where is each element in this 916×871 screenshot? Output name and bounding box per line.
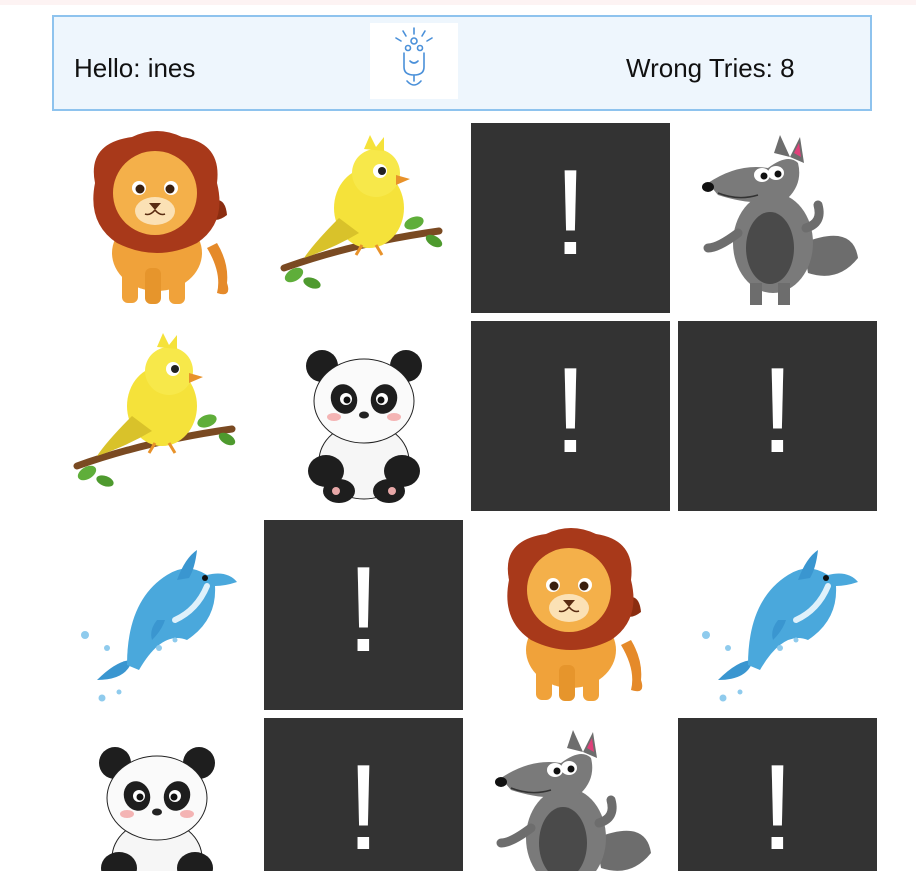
game-header: Hello: ines Wrong Tries: 8 <box>52 15 872 111</box>
exclamation-mark: ! <box>553 144 588 280</box>
card-bird[interactable] <box>264 123 463 313</box>
bird-icon <box>264 123 463 313</box>
card-hidden[interactable]: ! <box>678 321 877 511</box>
card-panda[interactable] <box>57 718 256 871</box>
dolphin-icon <box>57 520 256 710</box>
panda-icon <box>57 718 256 871</box>
card-hidden[interactable]: ! <box>264 520 463 710</box>
card-bird[interactable] <box>57 321 256 511</box>
card-hidden[interactable]: ! <box>471 123 670 313</box>
card-lion[interactable] <box>57 123 256 313</box>
exclamation-mark: ! <box>553 342 588 478</box>
top-strip <box>0 0 916 5</box>
card-wolf[interactable] <box>678 123 877 313</box>
card-wolf[interactable] <box>471 718 670 871</box>
dolphin-icon <box>678 520 877 710</box>
card-panda[interactable] <box>264 321 463 511</box>
card-dolphin[interactable] <box>678 520 877 710</box>
lion-icon <box>57 123 256 313</box>
lion-icon <box>471 520 670 710</box>
card-hidden[interactable]: ! <box>264 718 463 871</box>
card-dolphin[interactable] <box>57 520 256 710</box>
exclamation-mark: ! <box>346 739 381 871</box>
panda-icon <box>264 321 463 511</box>
card-hidden[interactable]: ! <box>678 718 877 871</box>
exclamation-mark: ! <box>760 739 795 871</box>
exclamation-mark: ! <box>346 541 381 677</box>
wrong-tries-counter: Wrong Tries: 8 <box>626 53 795 83</box>
greeting-text: Hello: ines <box>74 53 196 83</box>
wolf-icon <box>678 123 877 313</box>
bird-icon <box>57 321 256 511</box>
wolf-icon <box>471 718 670 871</box>
brain-lightbulb-logo-icon <box>370 23 458 99</box>
exclamation-mark: ! <box>760 342 795 478</box>
card-lion[interactable] <box>471 520 670 710</box>
card-hidden[interactable]: ! <box>471 321 670 511</box>
